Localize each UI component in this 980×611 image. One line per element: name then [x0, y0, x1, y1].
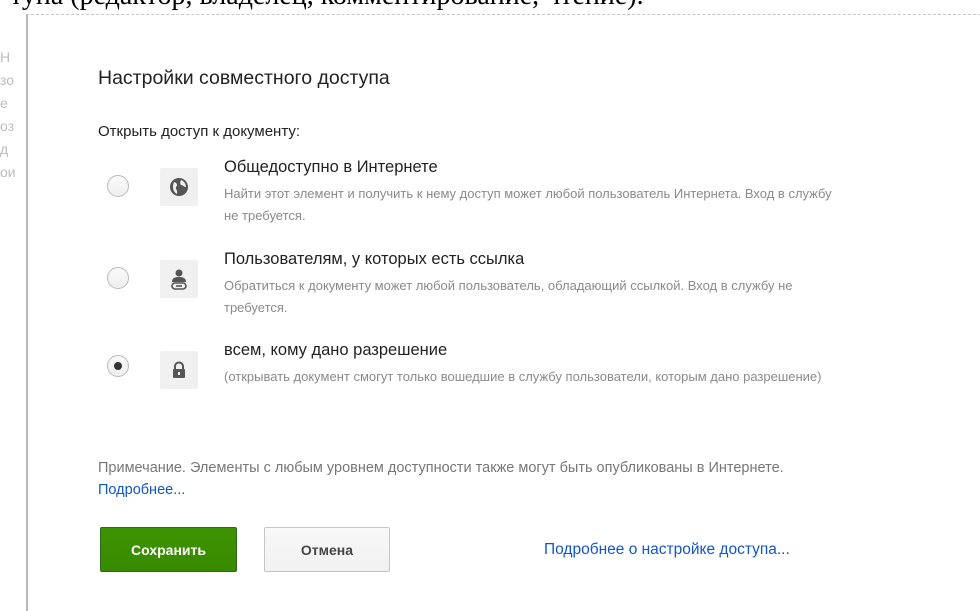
option-anyone-with-link[interactable]: Пользователям, у которых есть ссылка Обр…: [98, 250, 798, 326]
cancel-button[interactable]: Отмена: [264, 527, 390, 572]
globe-icon: [160, 168, 198, 206]
option-description: (открывать документ смогут только вошедш…: [224, 369, 822, 384]
access-section-label: Открыть доступ к документу:: [98, 123, 301, 140]
option-description: Найти этот элемент и получить к нему дос…: [224, 186, 832, 223]
background-fragment: зо: [0, 72, 15, 88]
dialog-title: Настройки совместного доступа: [98, 67, 390, 89]
sharing-settings-dialog: Настройки совместного доступа Открыть до…: [26, 14, 980, 611]
option-title: Пользователям, у которых есть ссылка: [224, 250, 525, 268]
option-description: Обратиться к документу может любой польз…: [224, 278, 793, 315]
option-specific-people[interactable]: всем, кому дано разрешение (открывать до…: [98, 341, 822, 421]
note-text: Примечание. Элементы с любым уровнем дос…: [98, 457, 838, 501]
note-body: Примечание. Элементы с любым уровнем дос…: [98, 460, 784, 476]
learn-more-link[interactable]: Подробнее...: [98, 482, 185, 498]
lock-icon: [160, 351, 198, 389]
option-public[interactable]: Общедоступно в Интернете Найти этот элем…: [98, 158, 832, 234]
background-fragment: Н: [0, 49, 11, 65]
radio-public[interactable]: [107, 175, 129, 197]
background-fragment: д: [0, 141, 9, 157]
background-side-text: Н зо е оз д ои: [0, 46, 18, 184]
option-title: Общедоступно в Интернете: [224, 158, 438, 176]
background-fragment: ои: [0, 164, 16, 180]
access-settings-link[interactable]: Подробнее о настройке доступа...: [544, 541, 790, 559]
save-button[interactable]: Сохранить: [100, 527, 237, 572]
background-fragment: оз: [0, 118, 15, 134]
radio-anyone-with-link[interactable]: [107, 267, 129, 289]
option-title: всем, кому дано разрешение: [224, 341, 448, 359]
person-link-icon: [160, 260, 198, 298]
background-fragment: е: [0, 95, 8, 111]
radio-specific-people[interactable]: [107, 355, 129, 377]
background-heading: тупа (редактор, владелец, комментировани…: [10, 0, 644, 12]
